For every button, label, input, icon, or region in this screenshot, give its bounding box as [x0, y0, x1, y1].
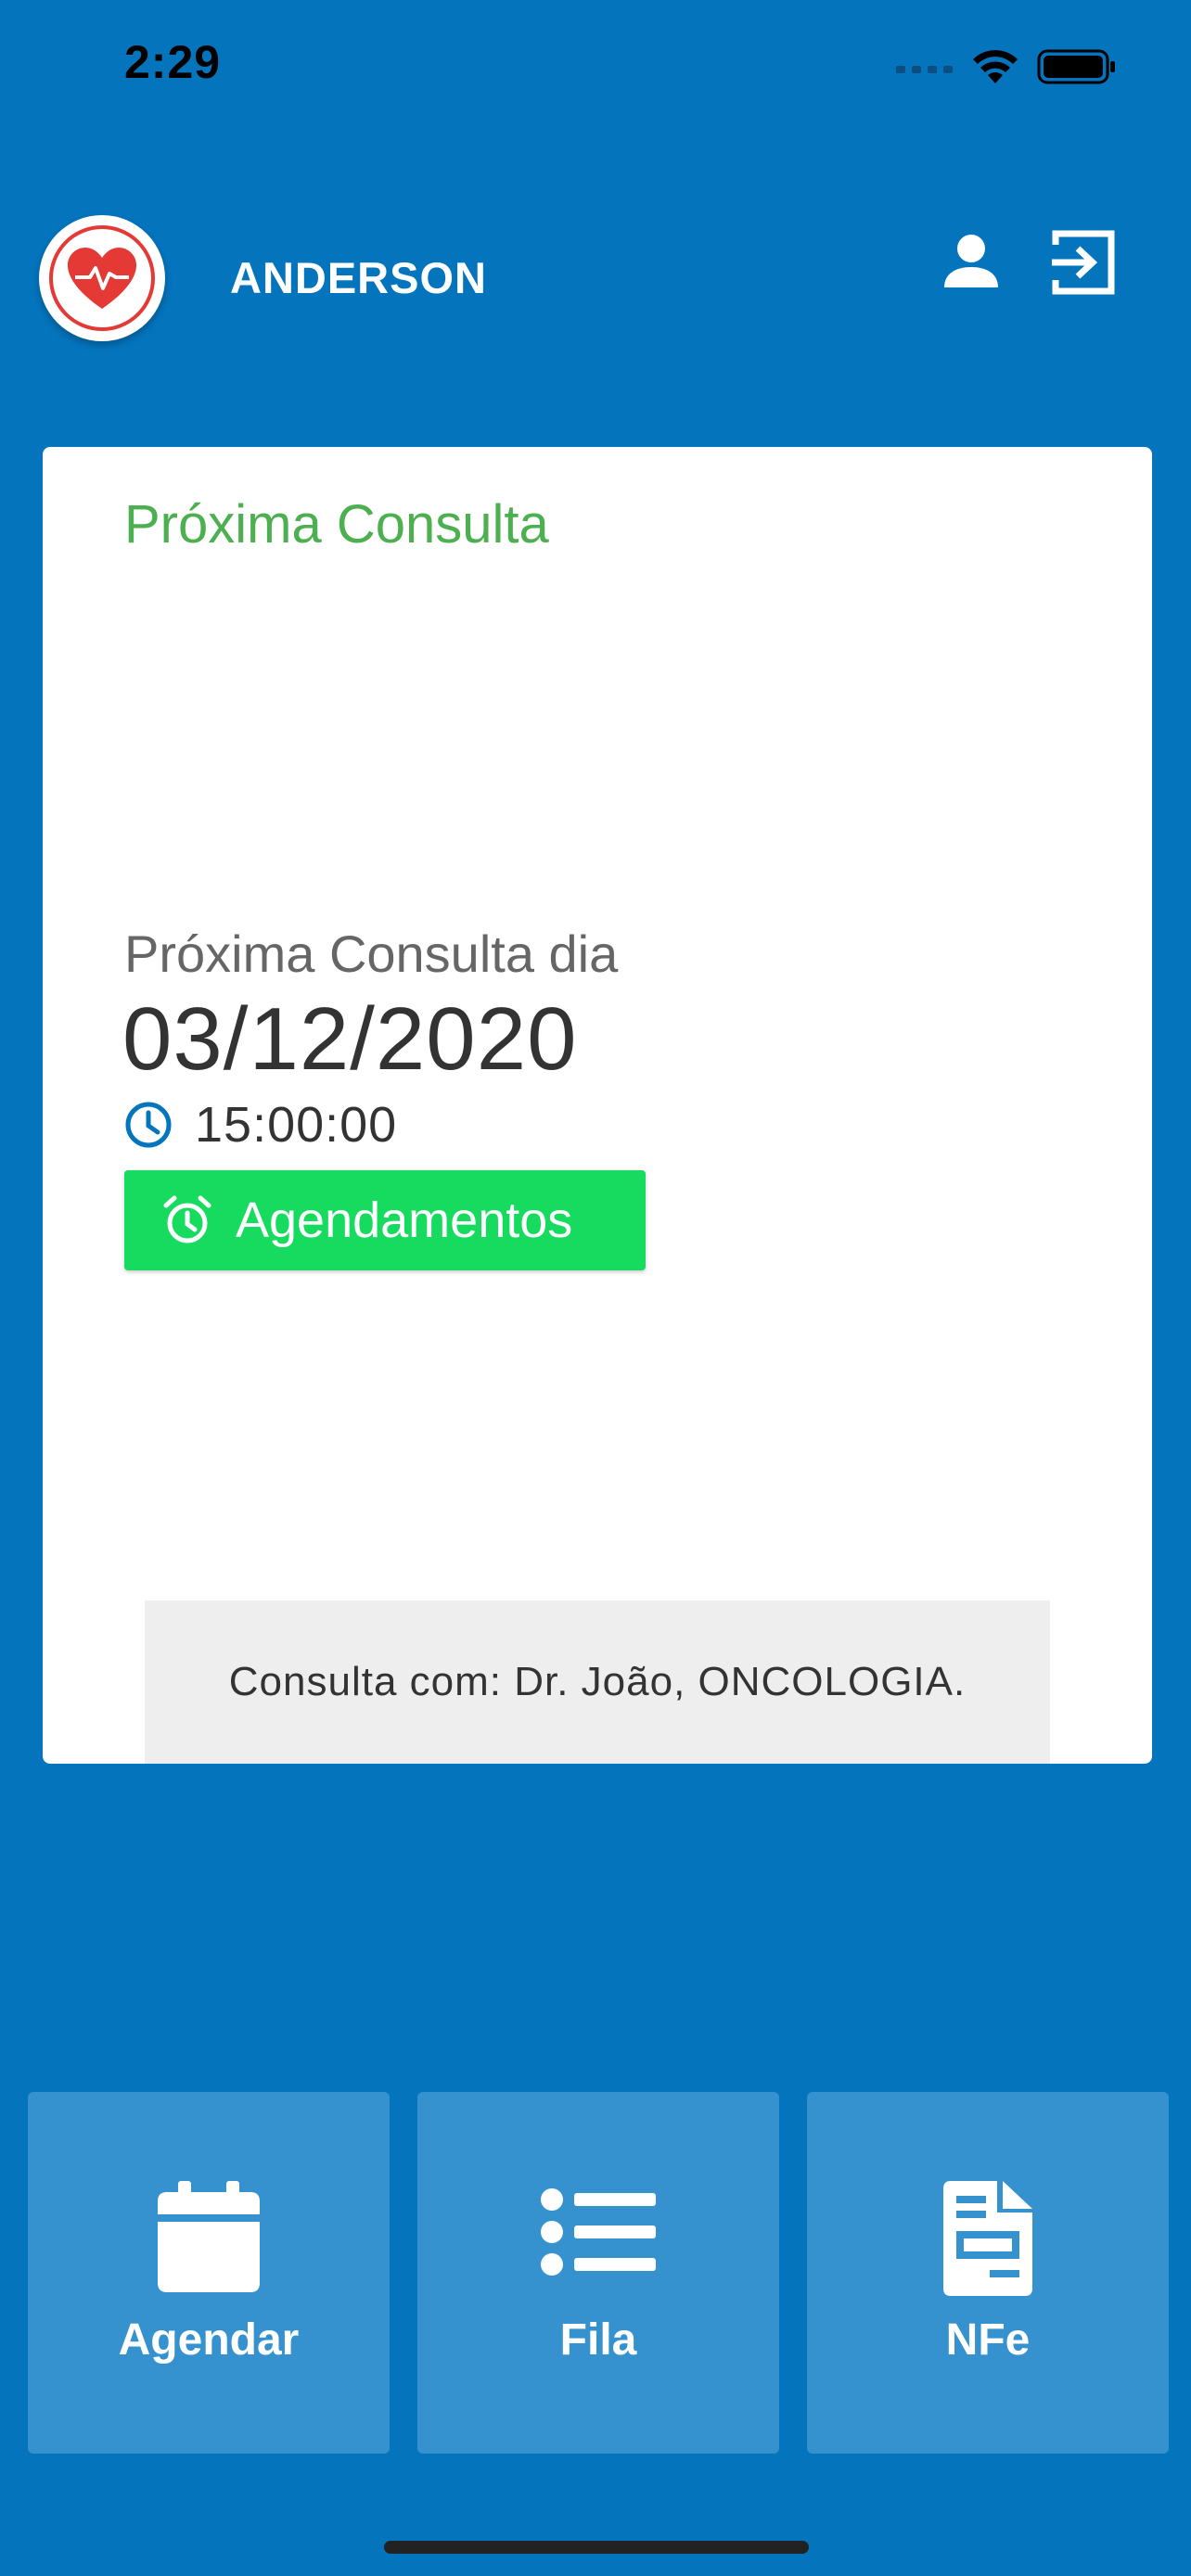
agendamentos-label: Agendamentos — [236, 1192, 573, 1248]
next-appointment-label: Próxima Consulta dia — [124, 925, 619, 983]
status-time: 2:29 — [124, 36, 222, 88]
card-title: Próxima Consulta — [124, 494, 549, 555]
list-icon — [541, 2188, 656, 2276]
heart-pulse-icon — [49, 225, 155, 331]
home-indicator — [384, 2541, 809, 2554]
shortcut-tiles: Agendar Fila NFe — [28, 2092, 1169, 2454]
calendar-icon — [158, 2181, 260, 2292]
tile-nfe-label: NFe — [945, 2315, 1031, 2365]
document-icon — [943, 2181, 1032, 2296]
appointment-time-row: 15:00:00 — [124, 1096, 397, 1154]
alarm-clock-icon — [163, 1195, 211, 1243]
battery-icon — [1037, 49, 1115, 84]
agendamentos-button[interactable]: Agendamentos — [124, 1170, 646, 1270]
doctor-info-box: Consulta com: Dr. João, ONCOLOGIA. — [145, 1600, 1050, 1764]
tile-agendar[interactable]: Agendar — [28, 2092, 390, 2454]
tile-fila-label: Fila — [559, 2315, 637, 2365]
app-logo — [39, 215, 165, 341]
wifi-icon — [973, 50, 1018, 83]
header: ANDERSON — [0, 204, 1191, 352]
status-icons — [896, 48, 1117, 85]
status-bar: 2:29 — [0, 0, 1191, 139]
logout-button[interactable] — [1041, 221, 1124, 304]
clock-icon — [125, 1102, 172, 1148]
doctor-info: Consulta com: Dr. João, ONCOLOGIA. — [228, 1659, 967, 1704]
person-icon — [944, 235, 998, 287]
tile-fila[interactable]: Fila — [417, 2092, 779, 2454]
cellular-signal-icon — [896, 66, 953, 73]
tile-agendar-label: Agendar — [118, 2315, 300, 2365]
tile-nfe[interactable]: NFe — [807, 2092, 1169, 2454]
logout-icon — [1052, 230, 1115, 295]
profile-button[interactable] — [929, 221, 1013, 304]
appointment-time: 15:00:00 — [195, 1097, 398, 1153]
next-appointment-card: Próxima Consulta Próxima Consulta dia 03… — [43, 447, 1152, 1764]
user-name: ANDERSON — [230, 253, 487, 302]
appointment-date: 03/12/2020 — [122, 989, 578, 1089]
